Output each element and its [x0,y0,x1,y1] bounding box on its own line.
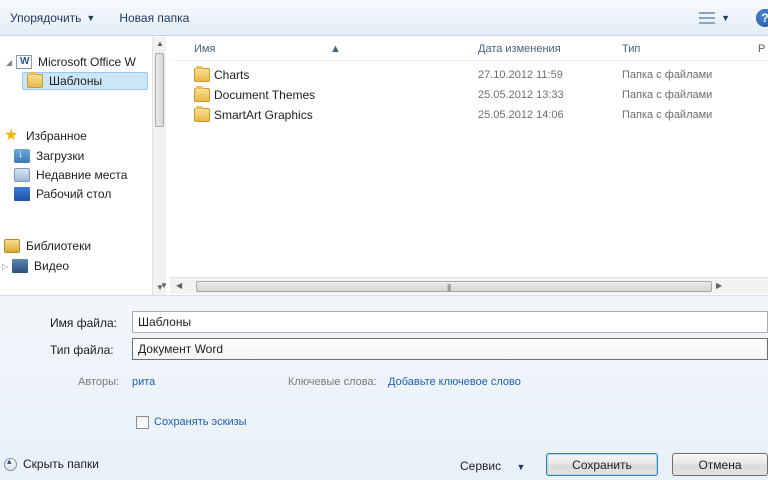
organize-button[interactable]: Упорядочить ▼ [2,6,103,30]
keywords-label: Ключевые слова: [288,376,377,388]
file-type: Папка с файлами [622,109,713,121]
file-name: Charts [214,68,250,82]
column-size[interactable]: Р [758,43,765,55]
nav-item-label: Библиотеки [26,239,92,253]
column-date[interactable]: Дата изменения [478,43,561,55]
chevron-down-icon: ▼ [86,12,96,23]
file-list: Имя ▲ Дата изменения Тип Р Charts 27.10.… [170,37,768,277]
cancel-button-label: Отмена [698,457,742,472]
file-type: Папка с файлами [622,89,713,101]
keywords-value[interactable]: Добавьте ключевое слово [388,376,521,388]
file-date: 25.05.2012 14:06 [478,109,564,121]
grip-icon: ||| [447,283,451,292]
scroll-right-icon[interactable]: ▶ [716,281,722,290]
folder-icon [194,86,210,102]
authors-value[interactable]: рита [132,376,155,388]
downloads-icon [14,148,30,163]
star-icon: ★ [4,127,19,144]
horizontal-scrollbar-thumb[interactable]: ||| [196,281,712,292]
filename-input[interactable]: Шаблоны [132,311,768,333]
filetype-select[interactable]: Документ Word [132,338,768,360]
save-thumbnails-label[interactable]: Сохранять эскизы [154,416,247,428]
column-type[interactable]: Тип [622,43,640,55]
horizontal-scrollbar[interactable]: ◀ ||| ▶ [170,277,768,294]
recent-places-icon [14,168,30,182]
authors-label: Авторы: [78,376,120,388]
libraries-icon [4,239,20,253]
organize-label: Упорядочить [10,10,82,25]
nav-item-desktop[interactable]: Рабочий стол [14,185,111,203]
service-label: Сервис [460,459,502,473]
sort-ascending-icon: ▲ [330,43,341,55]
table-row[interactable]: Document Themes 25.05.2012 13:33 Папка с… [170,85,768,105]
help-icon[interactable]: ? [756,9,768,27]
nav-item-downloads[interactable]: Загрузки [14,147,84,165]
collapse-up-icon [4,456,17,471]
folder-icon [194,106,210,122]
hide-folders-button[interactable]: Скрыть папки [4,456,99,471]
nav-item-office[interactable]: ◢ Microsoft Office W [6,53,136,71]
chevron-down-icon: ▼ [516,462,526,472]
save-button[interactable]: Сохранить [546,453,658,476]
word-doc-icon [16,55,32,69]
hide-folders-label: Скрыть папки [23,457,99,471]
new-folder-label: Новая папка [119,10,190,25]
views-chevron-down-icon[interactable]: ▼ [721,13,730,23]
file-name: SmartArt Graphics [214,108,313,122]
nav-item-favorites[interactable]: ★ Избранное [4,127,87,145]
expand-icon[interactable]: ▷ [2,262,12,271]
table-row[interactable]: SmartArt Graphics 25.05.2012 14:06 Папка… [170,105,768,125]
nav-item-label: Рабочий стол [36,187,112,201]
nav-item-label: Видео [34,259,70,273]
file-name: Document Themes [214,88,316,102]
file-type: Папка с файлами [622,69,713,81]
filetype-label: Тип файла: [50,343,114,357]
save-thumbnails-checkbox[interactable] [136,416,149,429]
collapse-icon[interactable]: ◢ [6,58,16,67]
nav-scroll-down-icon[interactable]: ▼ [160,281,168,290]
nav-item-libraries[interactable]: Библиотеки [4,237,91,255]
nav-item-label: Недавние места [36,168,128,182]
nav-item-video[interactable]: ▷ Видео [2,257,69,275]
command-bar: Упорядочить ▼ Новая папка ▼ ? [0,0,768,36]
scroll-up-icon[interactable]: ▲ [156,39,164,48]
toolbar-right: ▼ ? [699,0,768,36]
table-row[interactable]: Charts 27.10.2012 11:59 Папка с файлами [170,65,768,85]
view-list-icon[interactable] [699,12,716,24]
scroll-left-icon[interactable]: ◀ [176,281,182,290]
new-folder-button[interactable]: Новая папка [111,6,197,30]
nav-item-templates[interactable]: Шаблоны [22,72,148,90]
cancel-button[interactable]: Отмена [672,453,768,476]
nav-item-recent-places[interactable]: Недавние места [14,166,127,184]
nav-item-label: Загрузки [36,149,85,163]
nav-item-label: Microsoft Office W [38,55,136,69]
nav-item-label: Шаблоны [49,74,103,88]
column-header-row: Имя ▲ Дата изменения Тип Р [170,37,768,61]
folder-icon [27,72,43,88]
filename-label: Имя файла: [50,316,117,330]
video-icon [12,259,28,273]
file-date: 25.05.2012 13:33 [478,89,564,101]
save-button-label: Сохранить [572,457,632,472]
desktop-icon [14,187,30,201]
save-options-panel: Имя файла: Шаблоны Тип файла: Документ W… [0,295,768,480]
file-date: 27.10.2012 11:59 [478,69,563,81]
column-name[interactable]: Имя [194,43,215,55]
nav-scrollbar-thumb[interactable] [155,53,164,127]
folder-icon [194,66,210,82]
nav-item-label: Избранное [26,129,87,143]
nav-scrollbar[interactable]: ▲ ▼ [152,37,166,295]
service-button[interactable]: Сервис ▼ [460,459,525,473]
navigation-pane: ◢ Microsoft Office W Шаблоны ★ Избранное… [0,37,166,295]
